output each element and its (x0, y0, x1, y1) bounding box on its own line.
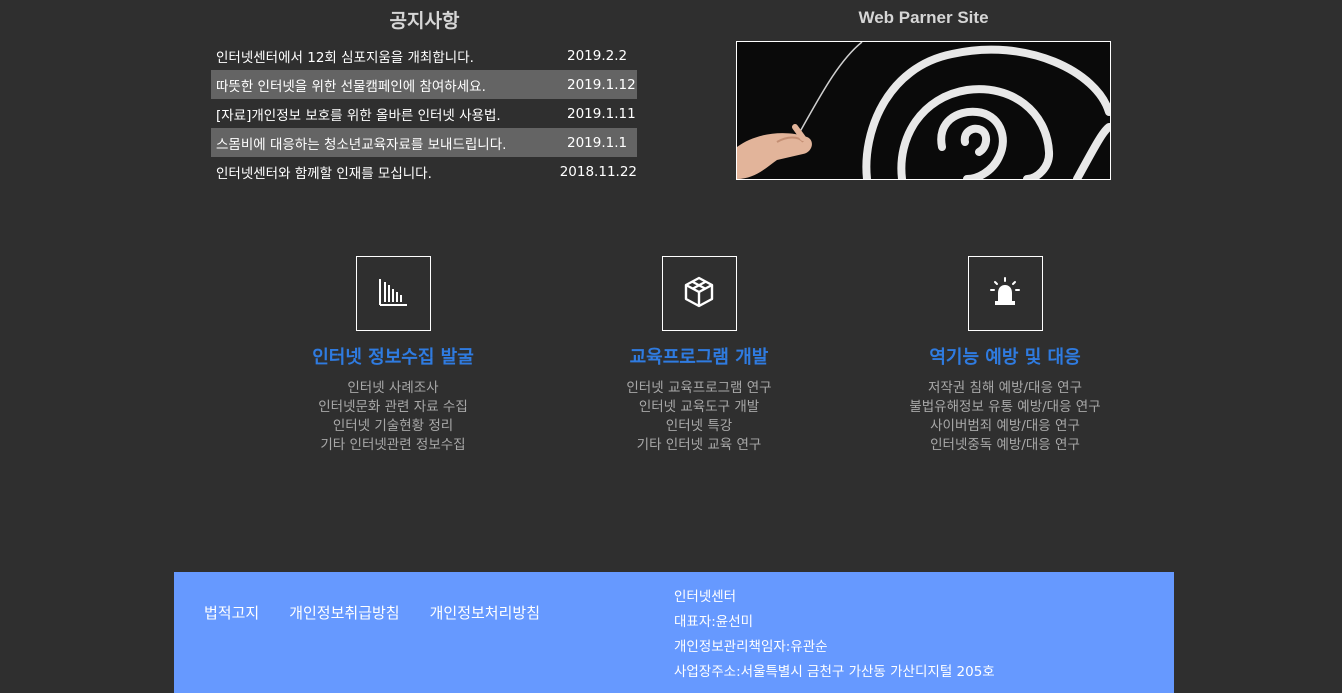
feature-list-item: 불법유해정보 유통 예방/대응 연구 (909, 399, 1101, 415)
feature-list-item: 기타 인터넷관련 정보수집 (320, 437, 466, 453)
notice-item[interactable]: 스몸비에 대응하는 청소년교육자료를 보내드립니다. 2019.1.1 (211, 128, 637, 157)
feature-icon-box[interactable] (355, 256, 431, 331)
notice-item-text: 따뜻한 인터넷을 위한 선물캠페인에 참여하세요. (216, 78, 486, 95)
notice-item-date: 2019.1.12 (567, 76, 636, 93)
footer-address: 사업장주소:서울특별시 금천구 가산동 가산디지털 205호 (674, 664, 995, 680)
footer-link-privacy-processing[interactable]: 개인정보처리방침 (430, 602, 540, 623)
footer-privacy-officer: 개인정보관리책임자:유관순 (674, 639, 828, 655)
feature-list-item: 인터넷문화 관련 자료 수집 (318, 399, 468, 415)
feature-icon-box[interactable] (661, 256, 737, 331)
feature-list: 인터넷 사례조사 인터넷문화 관련 자료 수집 인터넷 기술현황 정리 기타 인… (243, 379, 543, 455)
notice-item-date: 2019.1.11 (567, 105, 636, 122)
notice-item-text: 인터넷센터와 함께할 인재를 모십니다. (216, 165, 432, 182)
feature-list-item: 인터넷 기술현황 정리 (332, 418, 454, 434)
notice-item[interactable]: 인터넷센터에서 12회 심포지움을 개최합니다. 2019.2.2 (211, 41, 637, 70)
feature-list: 인터넷 교육프로그램 연구 인터넷 교육도구 개발 인터넷 특강 기타 인터넷 … (549, 379, 849, 455)
bar-chart-icon (376, 275, 410, 313)
feature-education-program: 교육프로그램 개발 인터넷 교육프로그램 연구 인터넷 교육도구 개발 인터넷 … (549, 256, 849, 455)
notice-title: 공지사항 (389, 10, 460, 32)
footer-links: 법적고지 개인정보취급방침 개인정보처리방침 (204, 602, 540, 623)
feature-list-item: 저작권 침해 예방/대응 연구 (927, 380, 1083, 396)
partner-title: Web Parner Site (858, 8, 989, 27)
feature-list-item: 사이버범죄 예방/대응 연구 (930, 418, 1080, 434)
notice-item-date: 2019.1.1 (567, 134, 628, 151)
notice-item[interactable]: [자료]개인정보 보호를 위한 올바른 인터넷 사용법. 2019.1.11 (211, 99, 637, 128)
notice-item-text: 스몸비에 대응하는 청소년교육자료를 보내드립니다. (216, 136, 507, 153)
feature-info-collection: 인터넷 정보수집 발굴 인터넷 사례조사 인터넷문화 관련 자료 수집 인터넷 … (243, 256, 543, 455)
notice-item[interactable]: 따뜻한 인터넷을 위한 선물캠페인에 참여하세요. 2019.1.12 (211, 70, 637, 99)
notice-item-date: 2018.11.22 (559, 163, 637, 180)
at-sign-stitch-illustration (737, 42, 1110, 179)
feature-icon-box[interactable] (967, 256, 1043, 331)
feature-list-item: 인터넷 교육도구 개발 (638, 399, 760, 415)
feature-title[interactable]: 역기능 예방 및 대응 (855, 343, 1155, 369)
feature-title[interactable]: 교육프로그램 개발 (549, 343, 849, 369)
notice-item-text: [자료]개인정보 보호를 위한 올바른 인터넷 사용법. (216, 107, 501, 124)
feature-list-item: 인터넷 특강 (665, 418, 733, 434)
footer-link-legal-notice[interactable]: 법적고지 (204, 602, 259, 623)
footer-link-privacy-handling[interactable]: 개인정보취급방침 (289, 602, 399, 623)
notice-item[interactable]: 인터넷센터와 함께할 인재를 모십니다. 2018.11.22 (211, 157, 637, 186)
partner-banner-image[interactable] (736, 41, 1111, 180)
feature-dysfunction-prevention: 역기능 예방 및 대응 저작권 침해 예방/대응 연구 불법유해정보 유통 예방… (855, 256, 1155, 455)
notice-list: 인터넷센터에서 12회 심포지움을 개최합니다. 2019.2.2 따뜻한 인터… (211, 41, 637, 186)
cube-icon (682, 275, 716, 313)
footer-company-name: 인터넷센터 (674, 589, 737, 605)
feature-list-item: 인터넷중독 예방/대응 연구 (930, 437, 1080, 453)
notice-item-date: 2019.2.2 (567, 47, 628, 64)
page: 공지사항 인터넷센터에서 12회 심포지움을 개최합니다. 2019.2.2 따… (0, 0, 1342, 693)
feature-list-item: 인터넷 사례조사 (347, 380, 439, 396)
feature-title[interactable]: 인터넷 정보수집 발굴 (243, 343, 543, 369)
footer: 법적고지 개인정보취급방침 개인정보처리방침 인터넷센터 대표자:윤선미 개인정… (174, 572, 1174, 693)
footer-company-info: 인터넷센터 대표자:윤선미 개인정보관리책임자:유관순 사업장주소:서울특별시 … (674, 585, 995, 685)
notice-item-text: 인터넷센터에서 12회 심포지움을 개최합니다. (216, 49, 474, 66)
feature-list: 저작권 침해 예방/대응 연구 불법유해정보 유통 예방/대응 연구 사이버범죄… (855, 379, 1155, 455)
footer-representative: 대표자:윤선미 (674, 614, 754, 630)
feature-list-item: 기타 인터넷 교육 연구 (636, 437, 762, 453)
alarm-light-icon (988, 275, 1022, 313)
feature-list-item: 인터넷 교육프로그램 연구 (626, 380, 772, 396)
